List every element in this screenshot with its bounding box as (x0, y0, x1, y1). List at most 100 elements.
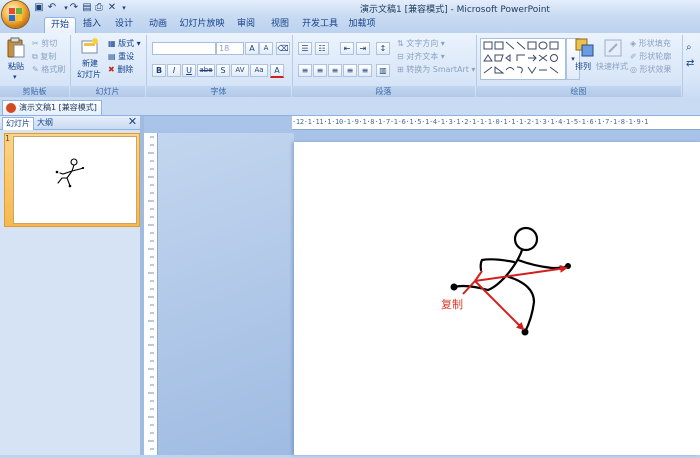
close-icon[interactable]: ✕ (127, 116, 138, 128)
arrange-button[interactable]: 排列 (575, 61, 591, 72)
replace-icon[interactable]: ⇄ (686, 58, 694, 69)
copy-button[interactable]: ⧉ 复制 (32, 51, 56, 62)
stick-figure-drawing[interactable] (294, 142, 700, 455)
align-text-button[interactable]: ⊟ 对齐文本 ▾ (397, 51, 445, 62)
tab-review[interactable]: 审阅 (232, 17, 260, 32)
tab-animations[interactable]: 动画 (143, 17, 173, 32)
thumbnail-stick-figure (55, 158, 85, 188)
char-spacing-button[interactable]: AV (231, 64, 249, 77)
font-name-combo[interactable] (152, 42, 216, 55)
shape-outline-label: 形状轮廓 (639, 52, 672, 61)
align-center-icon[interactable]: ≡ (313, 64, 327, 77)
slide-perspective-shadow (158, 133, 294, 455)
bullets-icon[interactable]: ☰ (298, 42, 312, 55)
paste-dropdown-icon[interactable]: ▾ (13, 72, 17, 83)
slide-canvas[interactable] (294, 142, 700, 455)
tab-slideshow[interactable]: 幻灯片放映 (177, 17, 227, 32)
shrink-font-button[interactable]: A (259, 42, 273, 55)
format-painter-button[interactable]: ✎ 格式刷 (32, 64, 65, 75)
powerpoint-file-icon (6, 103, 16, 113)
tab-insert[interactable]: 插入 (78, 17, 106, 32)
font-color-button[interactable]: A (270, 64, 284, 78)
copy-annotation-label: 复制 (441, 298, 463, 311)
tab-outline[interactable]: 大纲 (34, 117, 56, 129)
distributed-icon[interactable]: ≡ (358, 64, 372, 77)
underline-button[interactable]: U (182, 64, 196, 77)
line-spacing-icon[interactable]: ↕ (376, 42, 390, 55)
layout-icon: ▦ (108, 39, 116, 48)
quick-styles-button[interactable]: 快速样式 (596, 61, 628, 72)
italic-button[interactable]: I (167, 64, 181, 77)
cut-button[interactable]: ✂ 剪切 (32, 38, 57, 49)
slide-thumbnail[interactable] (13, 136, 137, 224)
shape-fill-label: 形状填充 (638, 39, 671, 48)
figure-foot-left[interactable] (450, 283, 458, 291)
new-slide-label-2[interactable]: 幻灯片 (77, 69, 101, 80)
decrease-indent-icon[interactable]: ⇤ (340, 42, 354, 55)
shape-effects-button[interactable]: ◎ 形状效果 (630, 64, 672, 75)
slides-group-label: 幻灯片 (70, 86, 145, 97)
tab-developer[interactable]: 开发工具 (300, 17, 340, 32)
tab-view[interactable]: 视图 (266, 17, 294, 32)
tab-home[interactable]: 开始 (44, 17, 76, 33)
columns-icon[interactable]: ▥ (376, 64, 390, 77)
text-direction-button[interactable]: ⇅ 文字方向 ▾ (397, 38, 445, 49)
reset-button[interactable]: ▤ 重设 (108, 51, 134, 62)
paste-icon (6, 37, 26, 59)
pen-icon: ✐ (630, 52, 637, 61)
cut-label: 剪切 (41, 39, 58, 48)
shapes-gallery[interactable] (480, 38, 566, 80)
shape-fill-button[interactable]: ◈ 形状填充 (630, 38, 671, 49)
clear-format-button[interactable]: ⌫ (276, 42, 290, 55)
bold-button[interactable]: B (152, 64, 166, 77)
justify-icon[interactable]: ≡ (343, 64, 357, 77)
tab-addins[interactable]: 加载项 (346, 17, 378, 32)
grow-font-button[interactable]: A (245, 42, 259, 55)
convert-smartart-label: 转换为 SmartArt (406, 65, 469, 74)
qat-customize-icon[interactable]: ▾ (118, 2, 130, 14)
align-left-icon[interactable]: ≡ (298, 64, 312, 77)
print-icon[interactable]: ⎙ (93, 2, 105, 14)
shadow-button[interactable]: S (216, 64, 230, 77)
text-direction-icon: ⇅ (397, 39, 404, 48)
copy-icon: ⧉ (32, 52, 38, 61)
scissors-icon: ✂ (32, 39, 39, 48)
layout-button[interactable]: ▦ 版式 ▾ (108, 38, 141, 49)
close-doc-icon[interactable]: ✕ (106, 2, 118, 14)
delete-label: 删除 (117, 65, 134, 74)
paste-button[interactable]: 粘贴 (8, 61, 24, 72)
find-icon[interactable]: ⌕ (686, 42, 692, 53)
office-button[interactable] (2, 1, 29, 28)
undo-icon[interactable]: ↶ (46, 2, 58, 14)
format-painter-label: 格式刷 (41, 65, 66, 74)
quick-styles-icon (602, 37, 624, 59)
figure-head (513, 226, 539, 252)
figure-leg-front (504, 274, 536, 334)
fill-bucket-icon: ◈ (630, 39, 637, 48)
tab-design[interactable]: 设计 (110, 17, 138, 32)
new-doc-icon[interactable]: ▤ (81, 2, 93, 14)
convert-smartart-button[interactable]: ⊞ 转换为 SmartArt ▾ (397, 64, 475, 75)
new-slide-label-1[interactable]: 新建 (82, 58, 98, 69)
document-tab-label: 演示文稿1 [兼容模式] (19, 103, 97, 112)
delete-button[interactable]: ✖ 删除 (108, 64, 133, 75)
figure-arm-left (479, 258, 516, 272)
title-bar (0, 0, 700, 16)
copy-arrows (462, 264, 568, 331)
save-icon[interactable]: ▣ (33, 2, 45, 14)
figure-foot-right[interactable] (521, 328, 529, 336)
align-right-icon[interactable]: ≡ (328, 64, 342, 77)
paragraph-group-label: 段落 (292, 86, 475, 97)
tab-slides[interactable]: 幻灯片 (2, 117, 34, 130)
shape-outline-button[interactable]: ✐ 形状轮廓 (630, 51, 671, 62)
horizontal-ruler-scale: ·12·1·11·1·10·1·9·1·8·1·7·1·6·1·5·1·4·1·… (292, 118, 649, 126)
strikethrough-button[interactable]: abe (197, 64, 215, 77)
change-case-button[interactable]: Aa (250, 64, 268, 77)
numbering-icon[interactable]: ☷ (315, 42, 329, 55)
font-size-combo[interactable]: 18 (216, 42, 244, 55)
brush-icon: ✎ (32, 65, 39, 74)
document-tab[interactable]: 演示文稿1 [兼容模式] (2, 100, 102, 115)
document-tab-strip (0, 99, 700, 116)
increase-indent-icon[interactable]: ⇥ (356, 42, 370, 55)
redo-icon[interactable]: ↷ (68, 2, 80, 14)
